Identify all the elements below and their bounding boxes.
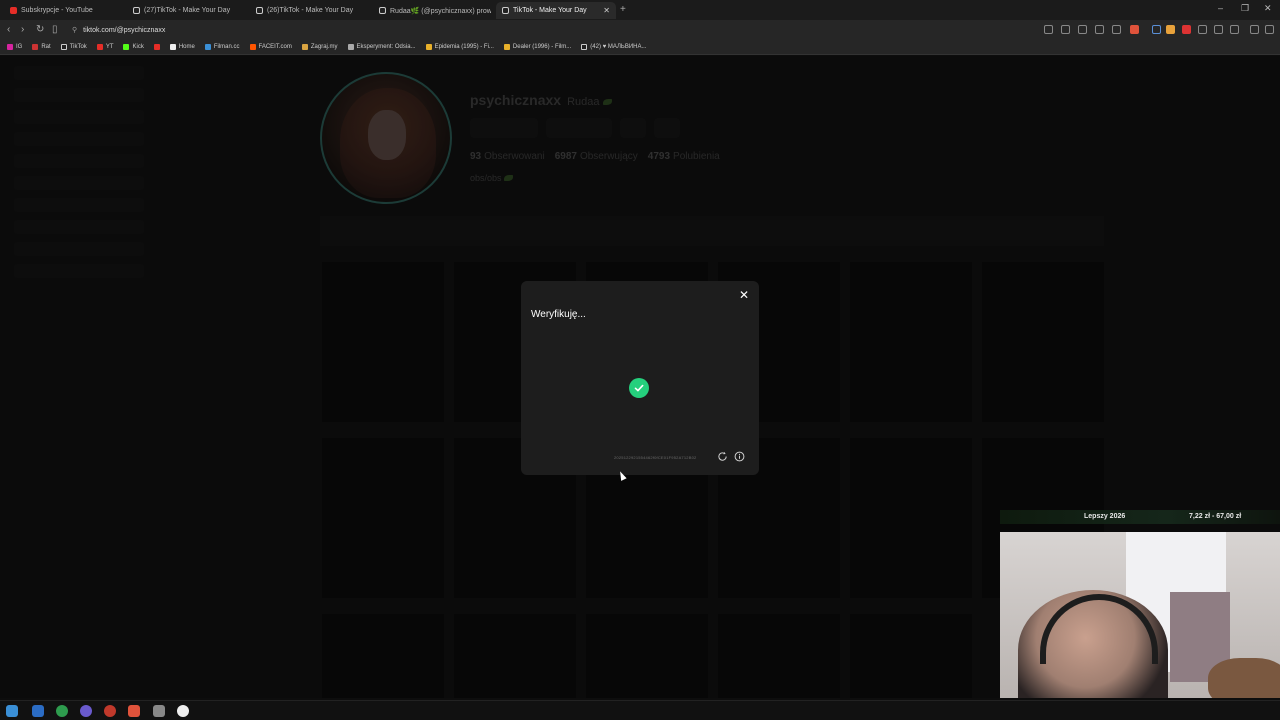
tiktok-icon [379,7,386,14]
checkmark-icon [629,378,649,398]
bookmark-item[interactable]: Kick [123,44,144,50]
share-icon[interactable] [1112,25,1121,34]
goal-name: Lepszy 2026 [1084,513,1126,520]
url-text: tiktok.com/@psychicznaxx [83,26,166,34]
kick-icon [123,44,130,50]
site-settings-icon[interactable]: ⚲ [72,26,77,34]
x-icon [169,44,176,50]
tiktok-profile-page: psychicznaxx Rudaa 93 Obserwowani 6987 Obs… [0,56,1280,698]
bookmark-item[interactable]: Dealer (1996) - Film... [503,44,571,50]
browser-tab[interactable]: (26)TikTok - Make Your Day [250,2,368,19]
browser-tab[interactable]: Subskrypcje - YouTube [4,2,122,19]
instagram-icon [7,44,13,50]
bookmark-item[interactable]: Epidemia (1995) - Fi... [425,44,494,50]
extension-icon[interactable] [1044,25,1053,34]
bookmark-item[interactable]: Home [169,44,195,50]
browser-tab[interactable]: (27)TikTok - Make Your Day [127,2,245,19]
modal-title: Weryfikuję... [531,309,586,320]
film-icon [425,44,432,50]
tiktok-icon [502,7,509,14]
address-bar-row: ‹ › ↻ ▯ ⚲ tiktok.com/@psychicznaxx [0,20,1280,40]
tab-title: TikTok - Make Your Day [513,7,587,14]
bookmark-item[interactable]: YT [96,44,113,50]
browser-tab-bar: Subskrypcje - YouTube (27)TikTok - Make … [0,0,1280,20]
chrome-icon[interactable] [56,705,68,717]
app-icon[interactable] [80,705,92,717]
tiktok-icon [60,44,67,50]
bookmark-item[interactable] [153,44,160,50]
zoom-icon[interactable] [1095,25,1104,34]
minimize-icon[interactable]: – [1218,3,1223,13]
youtube-icon [153,44,160,50]
start-icon[interactable] [6,705,18,717]
app-icon[interactable] [153,705,165,717]
extension-icon[interactable] [1182,25,1191,34]
film-icon [503,44,510,50]
app-icon[interactable] [177,705,189,717]
tab-title: Rudaa🌿 (@psychicznaxx) prow... [390,7,491,15]
tiktok-icon [256,7,263,14]
verification-modal: Weryfikuję... ✕ 2025122921554462f0fCE01F… [521,281,759,475]
tab-title: (27)TikTok - Make Your Day [144,7,231,14]
bookmarks-bar: IG Rat TikTok YT Kick Home Filman.cc FAC… [0,40,1280,55]
bookmark-item[interactable]: IG [7,44,22,50]
bookmark-item[interactable]: Filman.cc [204,44,240,50]
back-icon[interactable]: ‹ [7,24,10,35]
zagraj-icon [301,44,308,50]
extension-icon[interactable] [1166,25,1175,34]
new-tab-button[interactable]: + [620,4,626,15]
bookmark-item[interactable]: (42) ♥ МАЛЬВИНА... [581,44,647,50]
youtube-icon [10,7,17,14]
link-icon[interactable] [1230,25,1239,34]
tiktok-icon [581,44,588,50]
restore-icon[interactable]: ❐ [1241,3,1249,14]
bookmark-icon [32,44,39,50]
extension-icon[interactable] [1078,25,1087,34]
filman-icon [204,44,211,50]
brave-shield-icon[interactable] [1130,25,1139,34]
tab-title: Subskrypcje - YouTube [21,7,93,14]
download-icon[interactable] [1214,25,1223,34]
brave-icon[interactable] [128,705,140,717]
browser-tab-active[interactable]: TikTok - Make Your Day ✕ [496,2,616,19]
media-icon[interactable] [1250,25,1259,34]
forward-icon[interactable]: › [21,24,24,35]
bookmark-item[interactable]: FACEIT.com [249,44,292,50]
explorer-icon[interactable] [32,705,44,717]
bookmark-item[interactable]: Rat [32,44,51,50]
webcam-overlay [1000,532,1280,698]
app-icon[interactable] [104,705,116,717]
browser-tab[interactable]: Rudaa🌿 (@psychicznaxx) prow... [373,2,491,19]
youtube-icon [96,44,103,50]
extension-icon[interactable] [1198,25,1207,34]
extension-icon[interactable] [1152,25,1161,34]
goal-amount: 7,22 zł - 67,00 zł [1189,513,1242,520]
webcam-pet [1208,658,1280,698]
info-icon[interactable] [734,451,745,462]
window-close-icon[interactable]: ✕ [1264,3,1272,14]
tab-title: (26)TikTok - Make Your Day [267,7,354,14]
menu-icon[interactable] [1265,25,1274,34]
bookmark-item[interactable]: Eksperyment: Odsia... [347,44,416,50]
donation-goal-bar: Lepszy 2026 7,22 zł - 67,00 zł [1000,510,1280,524]
reload-icon[interactable]: ↻ [36,24,44,35]
tiktok-icon [133,7,140,14]
refresh-icon[interactable] [717,451,728,462]
tab-close-icon[interactable]: ✕ [603,6,610,15]
bookmark-item[interactable]: Zagraj.my [301,44,338,50]
extension-icon[interactable] [1061,25,1070,34]
bookmark-item[interactable]: TikTok [60,44,87,50]
bookmark-icon[interactable]: ▯ [52,24,58,35]
close-icon[interactable]: ✕ [739,289,749,301]
url-field[interactable]: ⚲ tiktok.com/@psychicznaxx [72,23,165,37]
bookmark-icon [347,44,354,50]
windows-taskbar [0,700,1280,720]
faceit-icon [249,44,256,50]
verification-code: 2025122921554462f0fCE01F952A712B02 [614,455,697,460]
